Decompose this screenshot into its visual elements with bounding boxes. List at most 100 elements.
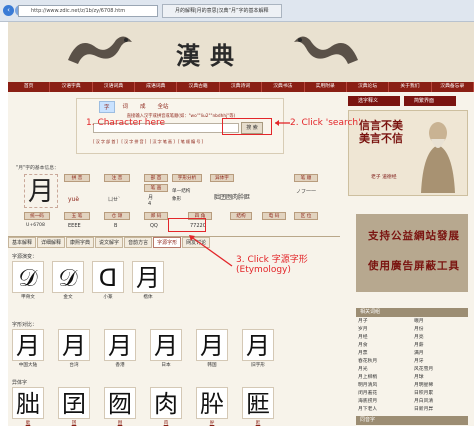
browser-tab[interactable]: 月的解释|月的意思|汉典“月”字的基本解释: [162, 4, 282, 18]
related-word[interactable]: 月份: [412, 326, 468, 334]
variants-value[interactable]: 胐囝囫肉肸匨: [214, 192, 250, 201]
variant-link[interactable]: 肉: [150, 420, 182, 426]
variant-item[interactable]: 囫囫: [104, 387, 136, 426]
tab-phonology[interactable]: 音韵方言: [124, 237, 153, 248]
nav-item[interactable]: 汉典书法: [262, 82, 305, 92]
related-word[interactable]: 月亮: [412, 334, 468, 342]
nav-item[interactable]: 汉典诗词: [220, 82, 263, 92]
homophones-heading: 同音字: [356, 416, 468, 425]
basic-info-title: "月"字的基本信息：: [16, 166, 59, 171]
related-word[interactable]: 明月清风: [356, 382, 412, 390]
related-word[interactable]: 月牙: [412, 358, 468, 366]
nav-item[interactable]: 首页: [8, 82, 51, 92]
variant-link[interactable]: 囝: [58, 420, 90, 426]
nav-item[interactable]: 汉典论坛: [347, 82, 390, 92]
variant-item[interactable]: 肉肉: [150, 387, 182, 426]
related-word[interactable]: 满月: [412, 350, 468, 358]
variant-item[interactable]: 肸肸: [196, 387, 228, 426]
variant-glyph: 肸: [196, 387, 228, 419]
nav-item[interactable]: 汉典备忘录: [432, 82, 474, 92]
simplified-traditional-tab[interactable]: 简繁界面: [404, 96, 456, 106]
tab-kangxi[interactable]: 康熙字典: [66, 237, 95, 248]
related-word[interactable]: 日新月异: [412, 406, 468, 414]
label-cangjie: 仓 颉: [104, 212, 130, 220]
label-structure-analysis: 字形分析: [172, 174, 202, 182]
variant-glyph: 匨: [242, 387, 274, 419]
related-word[interactable]: 蛾月: [412, 318, 468, 326]
nav-item[interactable]: 实用附录: [305, 82, 347, 92]
related-word[interactable]: 月经: [356, 334, 412, 342]
tab-etymology[interactable]: 字源字形: [153, 237, 182, 248]
back-button-icon[interactable]: ‹: [3, 5, 14, 16]
related-word[interactable]: 春花秋月: [356, 358, 412, 366]
variant-link[interactable]: 肸: [196, 420, 228, 426]
compare-row: 月中国大陆 月台湾 月香港 月日本 月韩国 月旧字形: [12, 329, 274, 368]
variant-item[interactable]: 囝囝: [58, 387, 90, 426]
step3-annotation: 3. Click 字源字形: [236, 255, 308, 265]
related-word[interactable]: 岁月: [356, 326, 412, 334]
variant-link[interactable]: 胐: [12, 420, 44, 426]
index-links[interactable]: [汉字部首] [汉字拼音] [汉字笔画] [笔顺编号]: [93, 139, 204, 145]
related-word[interactable]: 月下老人: [356, 406, 412, 414]
nav-item[interactable]: 成语词典: [135, 82, 178, 92]
related-word[interactable]: 月明星稀: [412, 382, 468, 390]
search-tab-idiom[interactable]: 成: [136, 101, 150, 113]
related-word[interactable]: 月上柳梢: [356, 374, 412, 382]
nav-item[interactable]: 汉典古籍: [177, 82, 220, 92]
evolution-caption: 金文: [63, 295, 73, 300]
compare-item: 月日本: [150, 329, 182, 368]
related-word[interactable]: 月光: [356, 366, 412, 374]
search-tab-char[interactable]: 字: [99, 101, 115, 113]
select-meaning-tab[interactable]: 选字释义: [348, 96, 400, 106]
related-word[interactable]: 日积月累: [412, 390, 468, 398]
tab-basic[interactable]: 基本解释: [8, 237, 37, 248]
variant-item[interactable]: 胐胐: [12, 387, 44, 426]
compare-glyph: 月: [196, 329, 228, 361]
nav-item[interactable]: 汉语词典: [93, 82, 136, 92]
label-variants: 异体字: [210, 174, 234, 182]
structure-value: 单一结构: [172, 189, 191, 194]
related-words-heading: 相关词组: [356, 308, 468, 317]
nav-item[interactable]: 汉语字典: [50, 82, 93, 92]
tab-detailed[interactable]: 详细解释: [37, 237, 66, 248]
related-word[interactable]: 海底捞月: [356, 398, 412, 406]
variant-link[interactable]: 囫: [104, 420, 136, 426]
label-bihua: 笔 画: [144, 184, 168, 192]
bihua-value: 4: [148, 201, 152, 207]
browser-toolbar: ‹ › http://www.zdic.net/z/1b/zy/6708.htm…: [0, 0, 474, 22]
related-word[interactable]: 月票: [356, 350, 412, 358]
variant-glyph: 肉: [150, 387, 182, 419]
compare-caption: 台湾: [69, 363, 79, 368]
related-word[interactable]: 月白风清: [412, 398, 468, 406]
arrow-icon: [189, 235, 233, 267]
site-logo[interactable]: 漢典: [176, 36, 244, 71]
label-structure: 结构: [230, 212, 252, 220]
variant-link[interactable]: 匨: [242, 420, 274, 426]
search-tab-site[interactable]: 全站: [154, 101, 173, 113]
related-words-list: 月子 蛾月 岁月 月份 月经 月亮 月食 月薪 月票 满月 春花秋月 月牙 月光…: [356, 318, 468, 414]
evolution-item: 𝒟 甲骨文: [12, 261, 44, 300]
related-word[interactable]: 月球: [412, 374, 468, 382]
tab-shuowen[interactable]: 说文解字: [95, 237, 124, 248]
related-word[interactable]: 闭月羞花: [356, 390, 412, 398]
poem-text: 信言不美 美言不信: [359, 119, 403, 145]
bushou-value[interactable]: 月: [148, 194, 153, 201]
dragon-right-icon: [294, 36, 358, 64]
related-word[interactable]: 月薪: [412, 342, 468, 350]
related-word[interactable]: 风花雪月: [412, 366, 468, 374]
related-word[interactable]: 月食: [356, 342, 412, 350]
related-word[interactable]: 月子: [356, 318, 412, 326]
step3-etymology-note: (Etymology): [236, 265, 291, 275]
ad-line-2: 使用廣告屏蔽工具: [368, 260, 460, 272]
variant-item[interactable]: 匨匨: [242, 387, 274, 426]
right-sidebar: 选字释义 简繁界面 信言不美 美言不信 老子 道德经 支持公益網站發展 使用廣告…: [348, 96, 468, 426]
evolution-glyph: ᗡ: [92, 261, 124, 293]
ad-banner[interactable]: 支持公益網站發展 使用廣告屏蔽工具: [356, 214, 468, 292]
label-quwei: 区 位: [294, 212, 318, 220]
compare-glyph: 月: [150, 329, 182, 361]
address-bar[interactable]: http://www.zdic.net/z/1b/zy/6708.htm: [18, 5, 158, 17]
nav-item[interactable]: 关于我们: [389, 82, 432, 92]
pinyin-value[interactable]: yuè: [68, 196, 79, 203]
evolution-row: 𝒟 甲骨文 𝒟 金文 ᗡ 小篆 月楷体: [12, 261, 164, 300]
search-tab-word[interactable]: 词: [119, 101, 133, 113]
